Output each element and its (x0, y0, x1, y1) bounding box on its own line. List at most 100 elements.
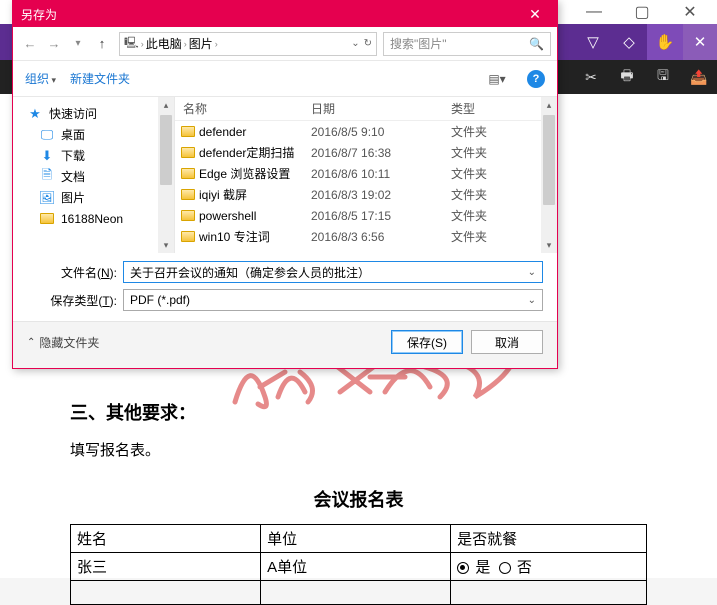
sidebar-item-quick-access[interactable]: ★ 快速访问 (13, 103, 174, 124)
view-mode-button[interactable]: ▤▾ (481, 68, 513, 90)
nav-forward-button[interactable]: → (43, 33, 65, 55)
bg-close-button[interactable]: ✕ (675, 2, 705, 22)
filename-input[interactable]: 关于召开会议的通知（确定参会人员的批注） ⌄ (123, 261, 543, 283)
highlighter-tool-icon[interactable]: ▽ (575, 24, 611, 60)
scroll-thumb[interactable] (160, 115, 172, 185)
folder-tree-sidebar: ★ 快速访问 🖵 桌面 ⬇ 下载 🗎 文档 🖼 图片 16188Neon (13, 97, 175, 253)
pictures-icon: 🖼 (39, 190, 55, 206)
col-unit-header: 单位 (261, 525, 451, 553)
scroll-down-icon[interactable]: ▾ (164, 237, 169, 253)
file-date: 2016/8/5 9:10 (303, 125, 443, 139)
nav-back-button[interactable]: ← (19, 33, 41, 55)
col-type-header[interactable]: 类型 (443, 100, 557, 117)
file-date: 2016/8/3 6:56 (303, 230, 443, 244)
bg-minimize-button[interactable]: — (579, 3, 609, 21)
col-name-header[interactable]: 名称 (175, 100, 303, 117)
nav-recent-dropdown[interactable]: ▾ (67, 33, 89, 55)
eraser-tool-icon[interactable]: ◇ (611, 24, 647, 60)
cell-unit: A单位 (261, 553, 451, 581)
sidebar-item-label: 快速访问 (49, 105, 97, 122)
search-placeholder: 搜索"图片" (390, 35, 447, 52)
file-row[interactable]: defender定期扫描2016/8/7 16:38文件夹 (175, 142, 557, 163)
touch-write-tool-icon[interactable]: ✋ (647, 24, 683, 60)
breadcrumb-dropdown-icon[interactable]: ⌄ (351, 38, 359, 49)
print-tool-icon[interactable]: 🖶 (609, 60, 645, 94)
breadcrumb-pictures[interactable]: 图片 (189, 35, 213, 52)
breadcrumb-refresh-icon[interactable]: ↻ (364, 38, 372, 49)
radio-yes-icon (457, 562, 469, 574)
scroll-down-icon[interactable]: ▾ (547, 237, 552, 253)
sidebar-item-desktop[interactable]: 🖵 桌面 (13, 124, 174, 145)
file-row[interactable]: defender 2016/8/5 9:10文件夹 (175, 121, 557, 142)
folder-icon (181, 189, 195, 200)
document-content: 会议室。 三、其他要求： 填写报名表。 会议报名表 姓名 单位 是否就餐 张三 … (0, 340, 717, 578)
sidebar-item-label: 下载 (61, 147, 85, 164)
chevron-right-icon: › (215, 39, 218, 49)
address-breadcrumb[interactable]: 🖳 › 此电脑 › 图片 › ⌄↻ (119, 32, 377, 56)
file-name: Edge 浏览器设置 (199, 165, 290, 182)
save-button[interactable]: 保存(S) (391, 330, 463, 354)
help-button[interactable]: ? (527, 70, 545, 88)
doc-paragraph: 填写报名表。 (70, 439, 647, 460)
folder-icon (181, 210, 195, 221)
breadcrumb-pc[interactable]: 此电脑 (146, 35, 182, 52)
sidebar-item-documents[interactable]: 🗎 文档 (13, 166, 174, 187)
dialog-titlebar[interactable]: 另存为 ✕ (13, 1, 557, 27)
file-name: defender (199, 125, 246, 139)
sidebar-item-label: 文档 (61, 168, 85, 185)
file-name: defender定期扫描 (199, 144, 294, 161)
chevron-up-icon: ⌃ (27, 337, 35, 348)
scroll-up-icon[interactable]: ▴ (547, 97, 552, 113)
file-name: powershell (199, 209, 256, 223)
cell-name: 张三 (71, 553, 261, 581)
search-input[interactable]: 搜索"图片" 🔍 (383, 32, 551, 56)
save-as-dialog: 另存为 ✕ ← → ▾ ↑ 🖳 › 此电脑 › 图片 › ⌄↻ 搜索"图片" 🔍… (12, 0, 558, 369)
hide-folders-toggle[interactable]: ⌃ 隐藏文件夹 (27, 334, 99, 351)
radio-no-label: 否 (517, 559, 532, 576)
doc-heading: 三、其他要求： (70, 399, 647, 425)
nav-up-button[interactable]: ↑ (91, 33, 113, 55)
file-list-header: 名称 日期 类型 (175, 97, 557, 121)
sidebar-item-label: 图片 (61, 189, 85, 206)
hide-folders-label: 隐藏文件夹 (39, 334, 99, 351)
dialog-title: 另存为 (21, 6, 513, 23)
save-tool-icon[interactable]: 🖫 (645, 60, 681, 94)
file-row[interactable]: powershell2016/8/5 17:15文件夹 (175, 205, 557, 226)
table-row (71, 581, 647, 605)
bg-maximize-button[interactable]: ▢ (627, 2, 657, 22)
folder-icon (181, 168, 195, 179)
pc-icon: 🖳 (124, 34, 139, 53)
doc-table-title: 会议报名表 (70, 486, 647, 512)
col-date-header[interactable]: 日期 (303, 100, 443, 117)
file-row[interactable]: win10 专注词2016/8/3 6:56文件夹 (175, 226, 557, 247)
file-type: 文件夹 (443, 186, 557, 203)
scroll-up-icon[interactable]: ▴ (164, 97, 169, 113)
dialog-footer: ⌃ 隐藏文件夹 保存(S) 取消 (13, 321, 557, 368)
chevron-down-icon[interactable]: ⌄ (528, 295, 536, 306)
chevron-down-icon[interactable]: ⌄ (528, 267, 536, 278)
dialog-close-button[interactable]: ✕ (513, 1, 557, 27)
sidebar-item-pictures[interactable]: 🖼 图片 (13, 187, 174, 208)
filename-value: 关于召开会议的通知（确定参会人员的批注） (130, 264, 370, 281)
new-folder-button[interactable]: 新建文件夹 (70, 70, 130, 87)
folder-icon (39, 211, 55, 227)
cell-meal: 是 否 (451, 553, 647, 581)
file-type: 文件夹 (443, 123, 557, 140)
annotation-close-icon[interactable]: ✕ (683, 24, 717, 60)
sidebar-item-folder[interactable]: 16188Neon (13, 208, 174, 229)
file-row[interactable]: iqiyi 截屏2016/8/3 19:02文件夹 (175, 184, 557, 205)
clip-tool-icon[interactable]: ✂ (573, 60, 609, 94)
col-meal-header: 是否就餐 (451, 525, 647, 553)
sidebar-scrollbar[interactable]: ▴ ▾ (158, 97, 174, 253)
export-tool-icon[interactable]: 📤 (681, 60, 717, 94)
cancel-button[interactable]: 取消 (471, 330, 543, 354)
filetype-select[interactable]: PDF (*.pdf) ⌄ (123, 289, 543, 311)
file-row[interactable]: Edge 浏览器设置2016/8/6 10:11文件夹 (175, 163, 557, 184)
dialog-fields: 文件名(N): 关于召开会议的通知（确定参会人员的批注） ⌄ 保存类型(T): … (13, 253, 557, 321)
filelist-scrollbar[interactable]: ▴ ▾ (541, 97, 557, 253)
organize-menu[interactable]: 组织 (25, 70, 56, 87)
sidebar-item-downloads[interactable]: ⬇ 下载 (13, 145, 174, 166)
file-date: 2016/8/3 19:02 (303, 188, 443, 202)
radio-no-icon (499, 562, 511, 574)
scroll-thumb[interactable] (543, 115, 555, 205)
